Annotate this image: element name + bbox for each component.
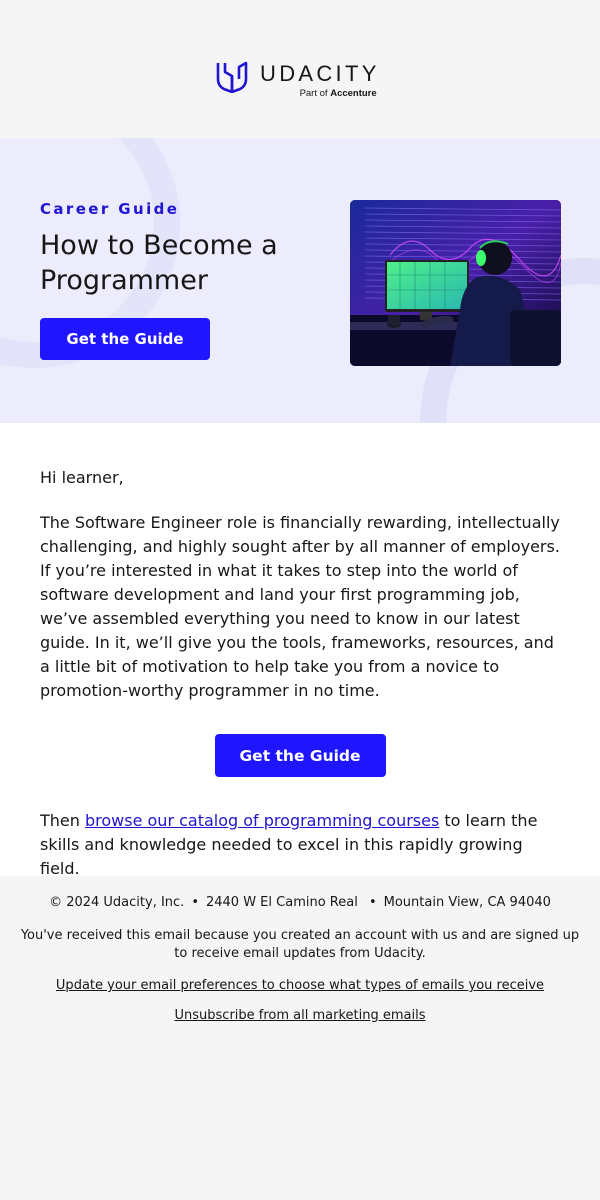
- closing-prefix: Then: [40, 811, 85, 830]
- udacity-logo[interactable]: UDACITY Part of Accenture: [215, 59, 380, 99]
- hero-title: How to Become a Programmer: [40, 230, 278, 296]
- email-footer: © 2024 Udacity, Inc. • 2440 W El Camino Re…: [0, 876, 600, 1023]
- course-catalog-link[interactable]: browse our catalog of programming course…: [85, 811, 439, 830]
- email-header: UDACITY Part of Accenture: [0, 0, 600, 138]
- city-address: Mountain View, CA 94040: [383, 895, 551, 910]
- brand-name: UDACITY: [260, 61, 380, 86]
- subscription-notice: You've received this email because you c…: [20, 928, 580, 961]
- brand-subtitle: Part of Accenture: [260, 88, 377, 99]
- brand-sub-company: Accenture: [330, 88, 377, 99]
- closing-paragraph: Then browse our catalog of programming c…: [40, 809, 560, 881]
- separator: •: [191, 895, 199, 910]
- email-preferences-link[interactable]: Update your email preferences to choose …: [56, 978, 544, 993]
- hero-banner: Career Guide How to Become a Programmer …: [0, 138, 600, 423]
- intro-paragraph: The Software Engineer role is financiall…: [40, 513, 560, 700]
- body-get-guide-button[interactable]: Get the Guide: [214, 734, 386, 777]
- brand-sub-prefix: Part of: [299, 88, 328, 99]
- company-address: © 2024 Udacity, Inc. • 2440 W El Camino Re…: [20, 894, 580, 912]
- udacity-u-logo-icon: [216, 61, 248, 93]
- hero-get-guide-button[interactable]: Get the Guide: [40, 318, 210, 360]
- unsubscribe-link[interactable]: Unsubscribe from all marketing emails: [175, 1008, 426, 1023]
- programmer-illustration: [350, 200, 561, 366]
- hero-image[interactable]: [350, 200, 561, 366]
- email-body: Hi learner, The Software Engineer role i…: [0, 423, 600, 878]
- hero-eyebrow: Career Guide: [40, 200, 180, 218]
- separator: •: [368, 895, 377, 910]
- street-address: 2440 W El Camino Real: [205, 895, 358, 910]
- greeting: Hi learner,: [40, 468, 124, 487]
- copyright: © 2024 Udacity, Inc.: [49, 895, 185, 910]
